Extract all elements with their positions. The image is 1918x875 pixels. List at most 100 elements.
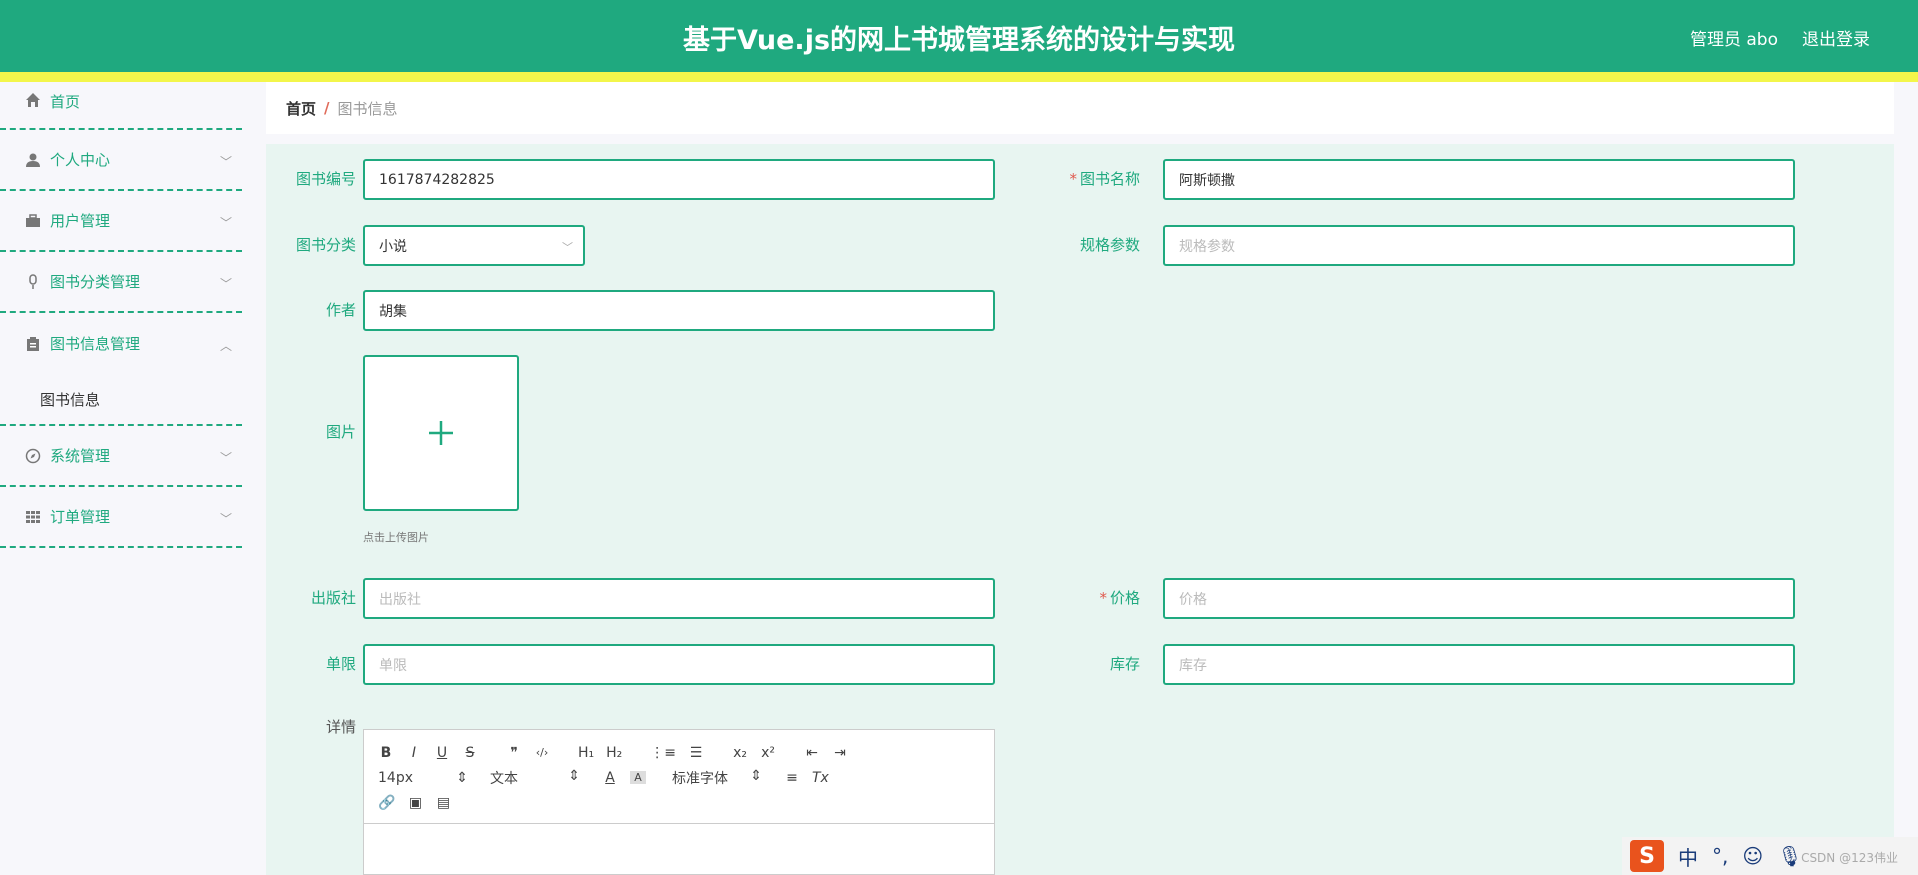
ordered-list-button[interactable]: ⋮≡: [650, 745, 676, 761]
limit-input[interactable]: 单限: [363, 644, 995, 685]
spec-input[interactable]: 规格参数: [1163, 225, 1795, 266]
code-block-button[interactable]: ‹/›: [534, 746, 550, 759]
font-size-picker[interactable]: 14px ⇕: [378, 770, 468, 786]
updown-icon: ⇕: [750, 767, 762, 784]
user-icon: [24, 151, 42, 169]
sogou-logo-icon[interactable]: S: [1630, 840, 1664, 872]
compass-icon: [24, 447, 42, 465]
microphone-icon: [24, 273, 42, 291]
toolbar-row-insert: 🔗 ▣ ▤: [378, 790, 980, 815]
breadcrumb: 首页 / 图书信息: [266, 82, 1894, 134]
italic-button[interactable]: I: [406, 745, 422, 761]
outdent-button[interactable]: ⇤: [804, 745, 820, 761]
breadcrumb-current: 图书信息: [337, 99, 398, 118]
sidebar-item-label: 首页: [50, 93, 81, 111]
font-size-value: 14px: [378, 769, 413, 786]
sidebar-item-label: 图书信息管理: [50, 335, 141, 353]
ime-lang[interactable]: 中: [1678, 842, 1698, 871]
sidebar-menu: 首页 个人中心 ﹀ 用户管理 ﹀ 图书分类管理 ﹀ 图书信息管理 ︿ 图书信息 …: [0, 82, 242, 875]
emoji-icon[interactable]: ☺: [1742, 844, 1763, 868]
stock-label: 库存: [1109, 655, 1140, 673]
toolbar-row-format: B I U S ❞ ‹/› H₁ H₂ ⋮≡ ☰ x₂ x² ⇤ ⇥: [378, 740, 980, 765]
category-label: 图书分类: [295, 236, 356, 254]
sidebar-item-label: 用户管理: [50, 212, 111, 230]
subscript-button[interactable]: x₂: [732, 745, 748, 761]
sidebar-item-home[interactable]: 首页: [0, 82, 242, 130]
price-input[interactable]: 价格: [1163, 578, 1795, 619]
heading2-button[interactable]: H₂: [606, 745, 622, 761]
home-icon: [24, 91, 42, 109]
author-input[interactable]: 胡集: [363, 290, 995, 331]
category-selected-value: 小说: [379, 238, 407, 255]
heading1-button[interactable]: H₁: [578, 745, 594, 761]
updown-icon: ⇕: [456, 769, 468, 786]
chevron-up-icon: ︿: [219, 338, 232, 353]
grid-icon: [24, 508, 42, 526]
ime-punct[interactable]: °,: [1712, 844, 1728, 868]
breadcrumb-separator: /: [324, 99, 330, 117]
book-name-input[interactable]: 阿斯顿撒: [1163, 159, 1795, 200]
image-icon[interactable]: ▣: [407, 795, 423, 811]
voice-icon[interactable]: 🎙: [1777, 844, 1802, 868]
chevron-down-icon: ﹀: [219, 154, 232, 169]
book-no-input[interactable]: 1617874282825: [363, 159, 995, 200]
header-value: 文本: [490, 770, 518, 787]
stock-input[interactable]: 库存: [1163, 644, 1795, 685]
sidebar-item-label: 个人中心: [50, 151, 111, 169]
toolbar-row-pickers: 14px ⇕ 文本 ⇕ A A 标准字体 ⇕ ≡ Tx: [378, 765, 980, 790]
link-icon[interactable]: 🔗: [378, 795, 395, 811]
current-user: 管理员 abo: [1689, 30, 1778, 50]
sidebar-item-book-category[interactable]: 图书分类管理 ﹀: [0, 252, 242, 313]
briefcase-icon: [24, 212, 42, 230]
header-picker[interactable]: 文本 ⇕: [490, 768, 580, 788]
chevron-down-icon: ﹀: [219, 450, 232, 465]
image-label: 图片: [325, 423, 356, 441]
sidebar-item-orders[interactable]: 订单管理 ﹀: [0, 487, 242, 548]
book-no-label: 图书编号: [295, 170, 356, 188]
sidebar-subitem-book-info[interactable]: 图书信息: [0, 374, 242, 426]
upload-tip: 点击上传图片: [363, 531, 429, 544]
background-color-icon[interactable]: A: [630, 771, 646, 784]
logout-link[interactable]: 退出登录: [1802, 25, 1870, 50]
sidebar-item-label: 订单管理: [50, 508, 111, 526]
publisher-input[interactable]: 出版社: [363, 578, 995, 619]
updown-icon: ⇕: [568, 767, 580, 784]
strike-button[interactable]: S: [462, 745, 478, 761]
superscript-button[interactable]: x²: [760, 745, 776, 761]
chevron-down-icon: ﹀: [219, 511, 232, 526]
watermark: CSDN @123伟业: [1801, 851, 1898, 865]
publisher-label: 出版社: [310, 589, 356, 607]
detail-label: 详情: [325, 718, 356, 736]
clear-format-icon[interactable]: Tx: [812, 770, 829, 786]
underline-button[interactable]: U: [434, 745, 450, 761]
sidebar-item-system[interactable]: 系统管理 ﹀: [0, 426, 242, 487]
text-color-icon[interactable]: A: [602, 770, 618, 786]
book-form: 图书编号 1617874282825 * 图书名称 阿斯顿撒 图书分类 小说 ﹀ …: [266, 144, 1894, 875]
clipboard-icon: [24, 335, 42, 353]
indent-button[interactable]: ⇥: [832, 745, 848, 761]
sidebar-item-users[interactable]: 用户管理 ﹀: [0, 191, 242, 252]
breadcrumb-home[interactable]: 首页: [286, 98, 316, 119]
chevron-down-icon: ﹀: [562, 241, 573, 254]
blockquote-button[interactable]: ❞: [506, 745, 522, 761]
sidebar-item-profile[interactable]: 个人中心 ﹀: [0, 130, 242, 191]
font-family-picker[interactable]: 标准字体 ⇕: [672, 768, 762, 788]
editor-toolbar: B I U S ❞ ‹/› H₁ H₂ ⋮≡ ☰ x₂ x² ⇤ ⇥ 14px ⇕…: [364, 730, 994, 824]
bold-button[interactable]: B: [378, 745, 394, 761]
font-family-value: 标准字体: [672, 770, 728, 787]
image-upload-button[interactable]: [363, 355, 519, 511]
chevron-down-icon: ﹀: [219, 215, 232, 230]
align-icon[interactable]: ≡: [784, 770, 800, 786]
chevron-down-icon: ﹀: [219, 276, 232, 291]
sidebar-item-book-info[interactable]: 图书信息管理 ︿: [0, 313, 242, 374]
bullet-list-button[interactable]: ☰: [688, 745, 704, 761]
author-label: 作者: [325, 301, 356, 319]
category-select[interactable]: 小说 ﹀: [363, 225, 585, 266]
plus-icon: [429, 421, 453, 445]
rich-text-editor: B I U S ❞ ‹/› H₁ H₂ ⋮≡ ☰ x₂ x² ⇤ ⇥ 14px ⇕…: [363, 729, 995, 875]
top-header: 基于Vue.js的网上书城管理系统的设计与实现 管理员 abo 退出登录: [0, 0, 1918, 72]
app-title: 基于Vue.js的网上书城管理系统的设计与实现: [682, 25, 1236, 56]
price-label: * 价格: [1099, 589, 1140, 607]
video-icon[interactable]: ▤: [435, 795, 451, 811]
book-name-label: * 图书名称: [1069, 170, 1140, 188]
